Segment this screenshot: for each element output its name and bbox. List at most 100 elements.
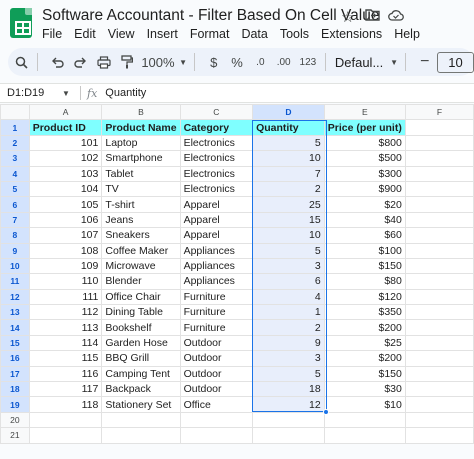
cell[interactable]: 115 <box>28 350 103 367</box>
cell[interactable] <box>101 427 181 444</box>
cell[interactable]: Dining Table <box>101 304 181 321</box>
column-title-cell[interactable]: Price (per unit) <box>323 119 406 136</box>
cell[interactable]: 9 <box>252 334 325 352</box>
format-currency-button[interactable]: $ <box>204 51 224 73</box>
cell[interactable]: Appliances <box>179 257 254 275</box>
cell[interactable]: Electronics <box>179 150 254 167</box>
cell[interactable] <box>404 427 474 444</box>
cell[interactable] <box>404 288 474 306</box>
cell[interactable]: 113 <box>28 319 103 336</box>
row-header[interactable]: 15 <box>0 334 30 352</box>
cell[interactable] <box>252 427 325 444</box>
cell[interactable]: Jeans <box>101 211 181 229</box>
cell[interactable]: Garden Hose <box>101 334 181 352</box>
cell[interactable]: 5 <box>252 134 325 152</box>
star-icon[interactable]: ☆ <box>341 8 354 26</box>
column-header-f[interactable]: F <box>404 103 474 121</box>
sheets-logo-icon[interactable] <box>10 8 32 38</box>
cell[interactable]: Apparel <box>179 196 254 213</box>
cell[interactable] <box>404 227 474 244</box>
cloud-saved-icon[interactable] <box>388 8 404 25</box>
name-box[interactable]: D1:D19 <box>0 87 62 99</box>
cell[interactable]: 25 <box>252 196 325 213</box>
formula-input[interactable]: Quantity <box>105 87 146 99</box>
menu-tools[interactable]: Tools <box>280 27 309 41</box>
cell[interactable]: Backpack <box>101 381 181 398</box>
cell[interactable] <box>404 334 474 352</box>
column-header-b[interactable]: B <box>101 103 181 121</box>
cell[interactable]: 12 <box>252 396 325 413</box>
cell[interactable]: $25 <box>323 334 406 352</box>
cell[interactable] <box>404 165 474 182</box>
cell[interactable] <box>404 411 474 429</box>
cell[interactable]: Outdoor <box>179 350 254 367</box>
cell[interactable]: Microwave <box>101 257 181 275</box>
cell[interactable]: 4 <box>252 288 325 306</box>
cell[interactable]: Office Chair <box>101 288 181 306</box>
cell[interactable]: 15 <box>252 211 325 229</box>
font-size-input[interactable]: 10 <box>436 51 474 73</box>
cell[interactable]: 5 <box>252 242 325 259</box>
cell[interactable]: Blender <box>101 273 181 290</box>
row-header[interactable]: 7 <box>0 211 30 229</box>
row-header[interactable]: 11 <box>0 273 30 290</box>
cell[interactable]: 107 <box>28 227 103 244</box>
cell[interactable]: $120 <box>323 288 406 306</box>
cell[interactable] <box>404 350 474 367</box>
cell[interactable]: $150 <box>323 257 406 275</box>
cell[interactable] <box>179 411 254 429</box>
cell[interactable]: Camping Tent <box>101 365 181 383</box>
menu-data[interactable]: Data <box>241 27 267 41</box>
menu-insert[interactable]: Insert <box>147 27 178 41</box>
row-header[interactable]: 5 <box>0 180 30 198</box>
column-title-cell[interactable]: Product Name <box>101 119 181 136</box>
cell[interactable] <box>404 273 474 290</box>
menu-extensions[interactable]: Extensions <box>321 27 382 41</box>
search-menus-icon[interactable] <box>11 51 31 73</box>
cell[interactable] <box>404 180 474 198</box>
column-title-cell[interactable]: Quantity <box>252 119 325 136</box>
cell[interactable]: Sneakers <box>101 227 181 244</box>
cell[interactable]: $300 <box>323 165 406 182</box>
cell[interactable]: $10 <box>323 396 406 413</box>
cell[interactable]: 7 <box>252 165 325 182</box>
fill-handle[interactable] <box>323 409 329 415</box>
cell[interactable]: $150 <box>323 365 406 383</box>
more-formats-button[interactable]: 123 <box>297 51 319 73</box>
row-header[interactable]: 3 <box>0 150 30 167</box>
cell[interactable] <box>252 411 325 429</box>
cell[interactable]: 2 <box>252 319 325 336</box>
format-percent-button[interactable]: % <box>227 51 247 73</box>
cell[interactable]: $900 <box>323 180 406 198</box>
cell[interactable]: 106 <box>28 211 103 229</box>
cell[interactable]: $200 <box>323 350 406 367</box>
cell[interactable]: 10 <box>252 227 325 244</box>
print-icon[interactable] <box>94 51 114 73</box>
cell[interactable]: 108 <box>28 242 103 259</box>
cell[interactable]: $200 <box>323 319 406 336</box>
cell[interactable] <box>404 150 474 167</box>
row-header[interactable]: 6 <box>0 196 30 213</box>
cell[interactable]: 117 <box>28 381 103 398</box>
cell[interactable] <box>404 119 474 136</box>
cell[interactable]: Bookshelf <box>101 319 181 336</box>
row-header[interactable]: 19 <box>0 396 30 413</box>
cell[interactable]: 111 <box>28 288 103 306</box>
row-header[interactable]: 14 <box>0 319 30 336</box>
cell[interactable]: Tablet <box>101 165 181 182</box>
redo-icon[interactable] <box>71 51 91 73</box>
row-header[interactable]: 16 <box>0 350 30 367</box>
cell[interactable] <box>404 196 474 213</box>
cell[interactable]: 102 <box>28 150 103 167</box>
cell[interactable] <box>28 427 103 444</box>
cell[interactable]: 114 <box>28 334 103 352</box>
cell[interactable] <box>404 211 474 229</box>
cell[interactable]: Electronics <box>179 180 254 198</box>
cell[interactable]: Coffee Maker <box>101 242 181 259</box>
row-header[interactable]: 9 <box>0 242 30 259</box>
cell[interactable]: $80 <box>323 273 406 290</box>
decrease-decimal-button[interactable]: .0 <box>250 51 270 73</box>
row-header[interactable]: 1 <box>0 119 30 136</box>
cell[interactable]: 112 <box>28 304 103 321</box>
column-header-d[interactable]: D <box>252 103 325 121</box>
